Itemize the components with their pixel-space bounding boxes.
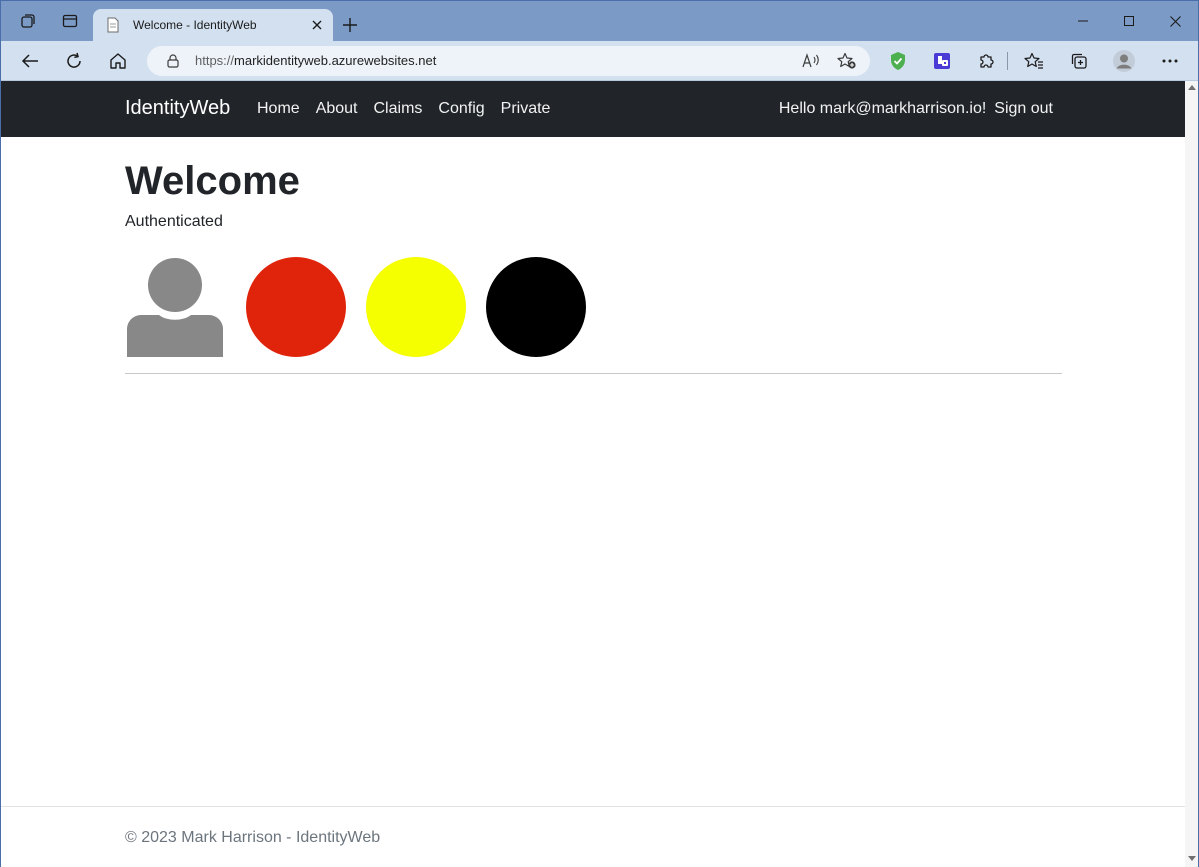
user-area: Hello mark@markharrison.io! Sign out — [779, 100, 1053, 118]
vertical-scrollbar[interactable] — [1185, 81, 1198, 867]
home-icon[interactable] — [103, 47, 133, 75]
nav-home[interactable]: Home — [257, 100, 300, 118]
scroll-up-icon[interactable] — [1188, 85, 1196, 90]
url-text: https://markidentityweb.azurewebsites.ne… — [195, 53, 437, 68]
scroll-down-icon[interactable] — [1188, 856, 1196, 861]
black-circle — [486, 257, 586, 357]
refresh-icon[interactable] — [59, 47, 89, 75]
tab-title: Welcome - IdentityWeb — [133, 18, 257, 32]
add-favorite-icon[interactable] — [836, 51, 858, 71]
nav-claims[interactable]: Claims — [374, 100, 423, 118]
back-icon[interactable] — [15, 47, 45, 75]
page-viewport: IdentityWeb Home About Claims Config Pri… — [1, 81, 1185, 867]
browser-toolbar: https://markidentityweb.azurewebsites.ne… — [1, 41, 1198, 81]
nav-private[interactable]: Private — [501, 100, 551, 118]
tab-active[interactable]: Welcome - IdentityWeb — [93, 9, 333, 41]
new-tab-icon[interactable] — [338, 13, 362, 37]
content-divider — [125, 373, 1062, 374]
lock-icon[interactable] — [165, 53, 181, 69]
password-manager-icon[interactable] — [930, 49, 954, 73]
minimize-icon[interactable] — [1060, 7, 1106, 35]
nav-about[interactable]: About — [316, 100, 358, 118]
collections-icon[interactable] — [1067, 49, 1091, 73]
sign-out-link[interactable]: Sign out — [994, 100, 1053, 118]
toolbar-divider — [1006, 49, 1008, 73]
user-greeting: Hello mark@markharrison.io! — [778, 100, 987, 117]
tab-strip: Welcome - IdentityWeb — [1, 1, 1198, 41]
shield-extension-icon[interactable] — [886, 49, 910, 73]
page-icon — [105, 17, 121, 33]
yellow-circle — [366, 257, 466, 357]
red-circle — [246, 257, 346, 357]
footer-text: © 2023 Mark Harrison - IdentityWeb — [125, 829, 381, 846]
address-bar[interactable]: https://markidentityweb.azurewebsites.ne… — [147, 46, 870, 76]
footer-divider — [1, 806, 1185, 807]
user-avatar-icon — [125, 257, 225, 357]
favorites-icon[interactable] — [1022, 49, 1046, 73]
read-aloud-icon[interactable] — [800, 51, 822, 71]
close-window-icon[interactable] — [1152, 7, 1198, 35]
main-content: Welcome Authenticated — [125, 157, 1062, 374]
auth-status: Authenticated — [125, 213, 223, 230]
brand-link[interactable]: IdentityWeb — [125, 97, 230, 120]
page-title: Welcome — [125, 159, 300, 203]
browser-window: Welcome - IdentityWeb https://markidenti… — [0, 0, 1199, 867]
tab-actions-icon[interactable] — [58, 9, 82, 33]
maximize-icon[interactable] — [1106, 7, 1152, 35]
site-navbar: IdentityWeb Home About Claims Config Pri… — [1, 81, 1185, 137]
extensions-icon[interactable] — [974, 49, 998, 73]
nav-links: Home About Claims Config Private — [257, 100, 550, 118]
close-tab-icon[interactable] — [305, 13, 329, 37]
profile-icon[interactable] — [1112, 49, 1136, 73]
nav-config[interactable]: Config — [438, 100, 484, 118]
workspaces-icon[interactable] — [16, 9, 40, 33]
more-options-icon[interactable] — [1158, 49, 1182, 73]
icon-row — [125, 257, 725, 357]
